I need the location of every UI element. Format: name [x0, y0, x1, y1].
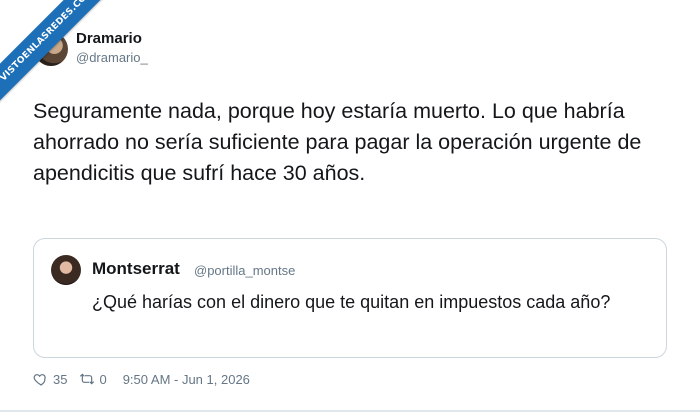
author-handle[interactable]: @dramario_	[76, 50, 148, 65]
tweet-footer: 35 0 9:50 AM - Jun 1, 2026	[33, 370, 250, 388]
quoted-author-handle[interactable]: @portilla_montse	[194, 263, 295, 278]
quoted-tweet[interactable]: Montserrat @portilla_montse ¿Qué harías …	[33, 238, 667, 358]
author-name[interactable]: Dramario	[76, 30, 142, 47]
quoted-tweet-text: ¿Qué harías con el dinero que te quitan …	[92, 292, 611, 312]
like-count: 35	[53, 371, 68, 387]
quoted-author-avatar[interactable]	[51, 255, 81, 285]
retweet-count: 0	[99, 371, 107, 387]
retweet-icon[interactable]	[79, 371, 95, 387]
heart-icon[interactable]	[33, 371, 49, 387]
tweet-timestamp[interactable]: 9:50 AM - Jun 1, 2026	[123, 372, 250, 387]
quoted-author-name[interactable]: Montserrat	[92, 259, 180, 279]
tweet-text: Seguramente nada, porque hoy estaría mue…	[33, 99, 642, 185]
